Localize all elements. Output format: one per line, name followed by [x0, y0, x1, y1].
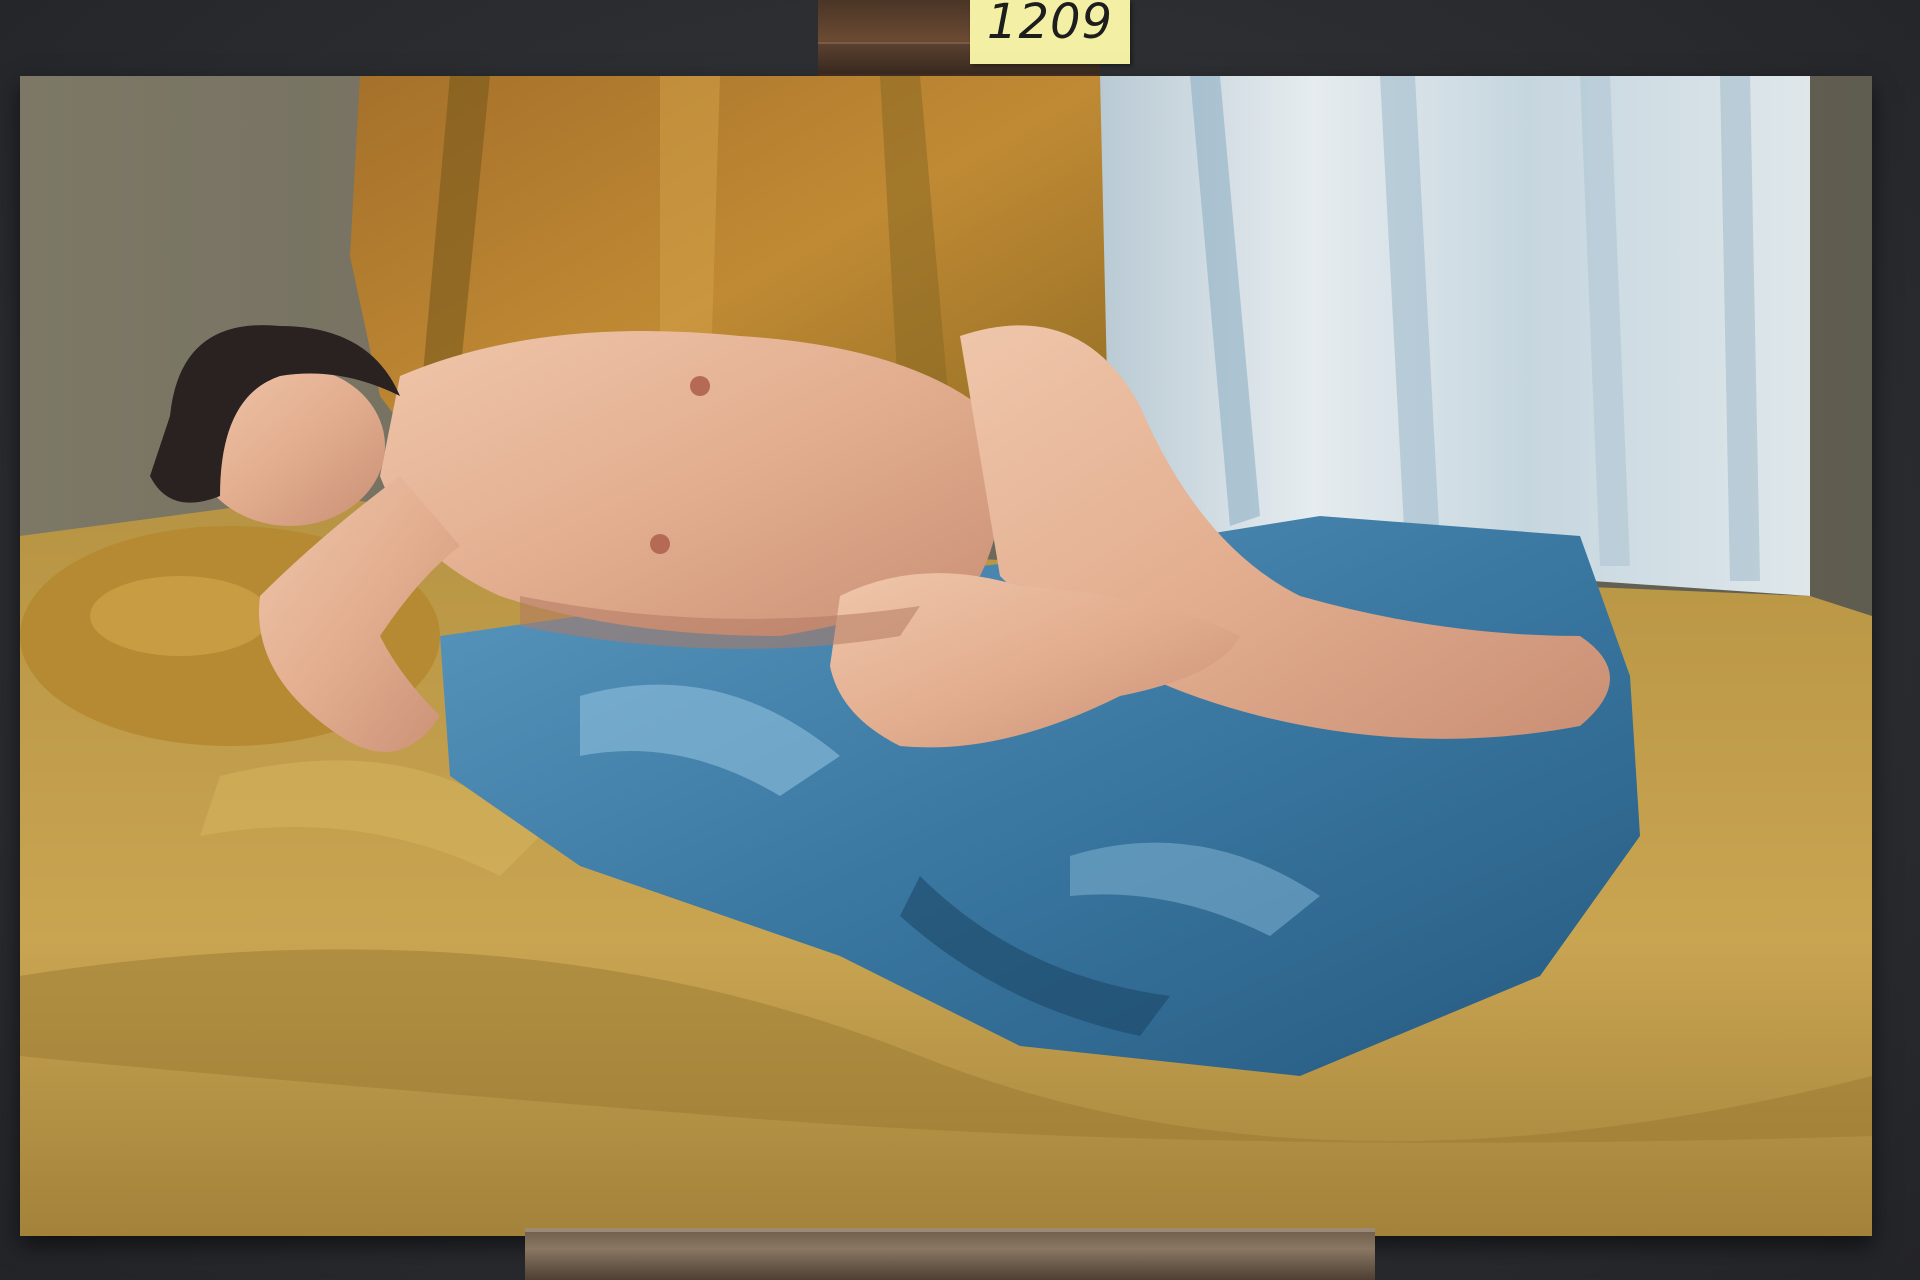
oil-painting-canvas [20, 76, 1872, 1236]
painting-artwork [20, 76, 1872, 1236]
figure-detail [690, 376, 710, 396]
photo-scene: 1209 [0, 0, 1920, 1280]
pillow-highlight [90, 576, 270, 656]
figure-detail [650, 534, 670, 554]
lot-number-text: 1209 [986, 0, 1114, 50]
easel-bottom-tray [525, 1228, 1375, 1280]
lot-number-tag: 1209 [970, 0, 1130, 64]
